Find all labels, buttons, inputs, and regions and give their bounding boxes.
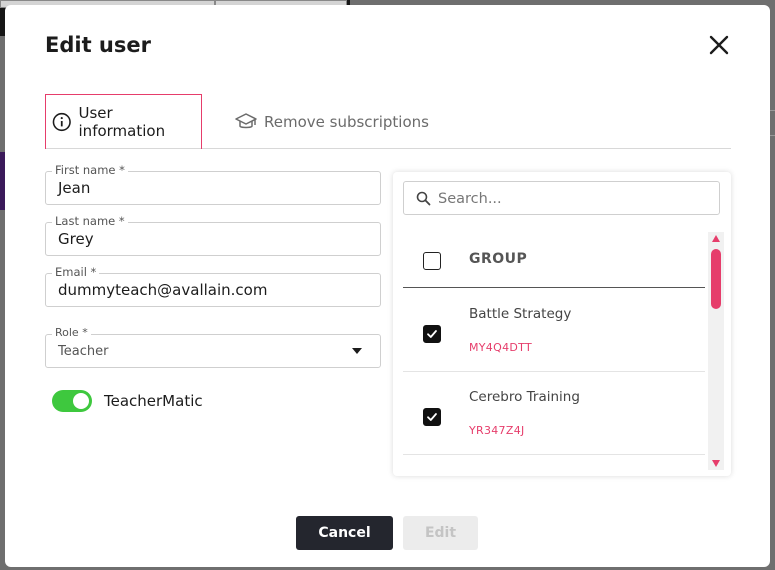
- close-icon: [709, 35, 729, 55]
- graduation-cap-icon: [235, 112, 257, 128]
- tab-label: User information: [78, 104, 166, 140]
- check-icon: [427, 413, 437, 421]
- tab-remove-subscriptions[interactable]: Remove subscriptions: [235, 94, 429, 149]
- check-icon: [427, 330, 437, 338]
- role-value: Teacher: [58, 344, 109, 359]
- tab-user-information[interactable]: User information: [45, 94, 202, 149]
- group-name: Battle Strategy: [469, 306, 572, 322]
- role-label: Role *: [52, 326, 91, 340]
- first-name-label: First name *: [52, 163, 128, 177]
- last-name-field[interactable]: Last name * Grey: [45, 214, 381, 256]
- group-search-input[interactable]: [438, 188, 708, 210]
- edit-user-dialog: Edit user User information Remove subscr…: [5, 5, 770, 567]
- role-select[interactable]: Role * Teacher: [45, 326, 381, 368]
- close-button[interactable]: [708, 34, 730, 56]
- group-list-scrollbar[interactable]: [708, 232, 724, 470]
- scroll-thumb[interactable]: [711, 249, 721, 309]
- teachermatic-toggle[interactable]: [52, 390, 92, 412]
- group-panel: GROUP Battle Strategy MY4Q4DTT Cerebro T…: [393, 172, 731, 476]
- group-column-header: GROUP: [469, 251, 528, 267]
- tab-bar: User information Remove subscriptions: [45, 94, 731, 149]
- cancel-button[interactable]: Cancel: [296, 516, 393, 550]
- select-all-checkbox[interactable]: [423, 252, 441, 270]
- email-label: Email *: [52, 265, 100, 279]
- group-search-box: [403, 181, 720, 215]
- group-checkbox[interactable]: [423, 325, 441, 343]
- last-name-value: Grey: [58, 230, 94, 248]
- teachermatic-label: TeacherMatic: [104, 392, 203, 410]
- email-field[interactable]: Email * dummyteach@avallain.com: [45, 265, 381, 307]
- group-name: Cerebro Training: [469, 389, 580, 405]
- group-list-item: Cerebro Training YR347Z4J: [403, 372, 705, 455]
- email-value: dummyteach@avallain.com: [58, 281, 268, 299]
- group-list-item: Battle Strategy MY4Q4DTT: [403, 289, 705, 372]
- last-name-label: Last name *: [52, 214, 128, 228]
- dropdown-arrow-icon: [352, 348, 362, 354]
- toggle-knob: [73, 393, 89, 409]
- group-list-header: GROUP: [403, 232, 705, 288]
- teachermatic-toggle-row: TeacherMatic: [52, 390, 203, 412]
- tab-label: Remove subscriptions: [264, 112, 429, 131]
- edit-button[interactable]: Edit: [403, 516, 478, 550]
- first-name-field[interactable]: First name * Jean: [45, 163, 381, 205]
- scroll-down-icon[interactable]: [712, 460, 720, 467]
- group-code: YR347Z4J: [469, 424, 525, 437]
- group-code: MY4Q4DTT: [469, 341, 532, 354]
- dialog-title: Edit user: [45, 33, 151, 57]
- scroll-up-icon[interactable]: [712, 235, 720, 242]
- first-name-value: Jean: [58, 179, 91, 197]
- search-icon: [416, 191, 431, 206]
- group-checkbox[interactable]: [423, 408, 441, 426]
- info-icon: [52, 112, 71, 132]
